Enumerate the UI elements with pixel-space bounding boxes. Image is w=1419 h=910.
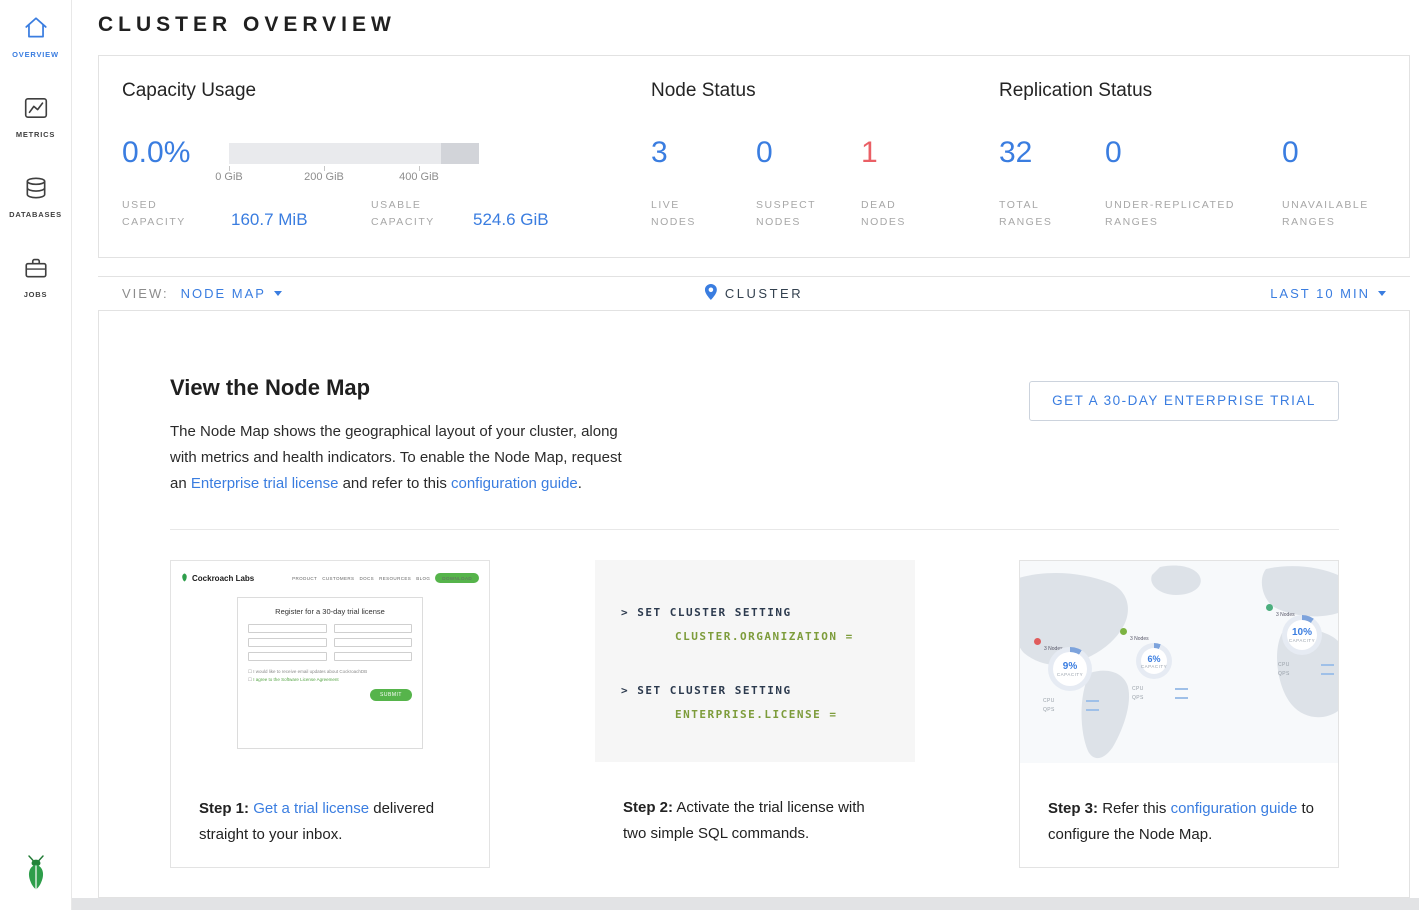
step-3-card: 3 Nodes 3 Nodes 3 Nodes 9%CAPACITY 6%CAP… [1019, 560, 1339, 868]
dead-nodes-label: DEADNODES [861, 197, 906, 231]
locality-dot-icon [1034, 638, 1041, 645]
minisite-checkbox-2: ☐ I agree to the Software License Agreem… [248, 676, 412, 684]
briefcase-icon [23, 267, 49, 284]
chevron-down-icon [1378, 291, 1386, 296]
sql-code-block: > SET CLUSTER SETTING CLUSTER.ORGANIZATI… [595, 560, 915, 762]
panel-title: View the Node Map [170, 375, 370, 401]
minisite-nav: PRODUCT CUSTOMERS DOCS RESOURCES BLOG DO… [292, 573, 479, 583]
unavailable-ranges-label: UNAVAILABLERANGES [1282, 197, 1369, 231]
locality-dot-icon [1120, 628, 1127, 635]
location-pin-icon [705, 284, 717, 303]
metrics-icon [23, 107, 49, 124]
chevron-down-icon [274, 291, 282, 296]
capacity-tick-400: 400 GiB [389, 171, 449, 183]
minisite-form-field [334, 624, 413, 633]
sidebar-item-overview[interactable]: OVERVIEW [0, 16, 71, 59]
capacity-bar [229, 143, 479, 164]
minisite-checkbox-1: ☐ I would like to receive email updates … [248, 668, 412, 676]
minisite-brand: Cockroach Labs [192, 574, 254, 583]
minisite-form-title: Register for a 30-day trial license [248, 607, 412, 616]
replication-status-title: Replication Status [999, 80, 1152, 102]
live-nodes-label: LIVENODES [651, 197, 696, 231]
suspect-nodes-count: 0 [756, 136, 773, 170]
capacity-bar-reserved [441, 143, 479, 164]
suspect-nodes-label: SUSPECTNODES [756, 197, 816, 231]
capacity-donut: 9%CAPACITY [1048, 647, 1092, 691]
time-range-dropdown[interactable]: LAST 10 MIN [1270, 286, 1386, 301]
sidebar-item-label: METRICS [0, 130, 71, 139]
view-bar: VIEW: NODE MAP CLUSTER LAST 10 MIN [98, 276, 1410, 311]
used-capacity-value: 160.7 MiB [231, 210, 308, 230]
node-map-preview: 3 Nodes 3 Nodes 3 Nodes 9%CAPACITY 6%CAP… [1020, 561, 1338, 763]
panel-description: The Node Map shows the geographical layo… [170, 419, 640, 497]
locality-dot-icon [1266, 604, 1273, 611]
view-selector-dropdown[interactable]: NODE MAP [181, 286, 282, 301]
step-3-caption: Step 3: Refer this configuration guide t… [1048, 796, 1316, 848]
capacity-tick-0: 0 GiB [199, 171, 259, 183]
code-line: ENTERPRISE.LICENSE = [675, 708, 837, 721]
step-1-card: Cockroach Labs PRODUCT CUSTOMERS DOCS RE… [170, 560, 490, 868]
cockroachdb-logo [0, 851, 71, 896]
sidebar-item-label: OVERVIEW [0, 50, 71, 59]
sidebar-item-label: DATABASES [0, 210, 71, 219]
minisite-form-field [248, 638, 327, 647]
sidebar: OVERVIEW METRICS DATABASES JOBS [0, 0, 72, 910]
usable-capacity-value: 524.6 GiB [473, 210, 549, 230]
sidebar-item-label: JOBS [0, 290, 71, 299]
minisite-form-field [248, 624, 327, 633]
capacity-usage-title: Capacity Usage [122, 80, 256, 102]
home-icon [23, 27, 49, 44]
registration-screenshot: Cockroach Labs PRODUCT CUSTOMERS DOCS RE… [171, 561, 489, 761]
cluster-overview-page: OVERVIEW METRICS DATABASES JOBS [0, 0, 1419, 910]
view-label: VIEW: [122, 286, 169, 301]
locality-mini-stats: CPU QPS [1132, 683, 1188, 701]
step-2-caption: Step 2: Activate the trial license with … [623, 795, 891, 847]
configuration-guide-link[interactable]: configuration guide [1171, 800, 1298, 817]
capacity-tick-200: 200 GiB [294, 171, 354, 183]
sidebar-item-databases[interactable]: DATABASES [0, 176, 71, 219]
used-capacity-label: USEDCAPACITY [122, 197, 186, 231]
capacity-percent: 0.0% [122, 136, 190, 170]
under-replicated-count: 0 [1105, 136, 1122, 170]
minisite-submit-button: SUBMIT [370, 689, 412, 701]
minisite-form-field [334, 638, 413, 647]
live-nodes-count: 3 [651, 136, 668, 170]
enterprise-trial-button[interactable]: GET A 30-DAY ENTERPRISE TRIAL [1029, 381, 1339, 421]
page-background-strip [72, 898, 1419, 910]
get-trial-license-link[interactable]: Get a trial license [253, 800, 369, 817]
step-2-card: > SET CLUSTER SETTING CLUSTER.ORGANIZATI… [595, 560, 915, 868]
dead-nodes-count: 1 [861, 136, 878, 170]
divider [170, 529, 1339, 530]
unavailable-ranges-count: 0 [1282, 136, 1299, 170]
total-ranges-count: 32 [999, 136, 1032, 170]
under-replicated-label: UNDER-REPLICATEDRANGES [1105, 197, 1235, 231]
total-ranges-label: TOTALRANGES [999, 197, 1052, 231]
code-line: > SET CLUSTER SETTING [621, 684, 792, 697]
minisite-download-button: DOWNLOAD [435, 573, 479, 583]
code-line: > SET CLUSTER SETTING [621, 606, 792, 619]
locality-mini-stats: CPU QPS [1278, 659, 1334, 677]
minisite-form-field [334, 652, 413, 661]
enterprise-trial-license-link[interactable]: Enterprise trial license [191, 475, 339, 492]
databases-icon [23, 187, 49, 204]
sidebar-item-metrics[interactable]: METRICS [0, 96, 71, 139]
step-1-caption: Step 1: Get a trial license delivered st… [199, 796, 467, 848]
cluster-summary-card: Capacity Usage 0.0% 0 GiB 200 GiB 400 Gi… [98, 55, 1410, 258]
usable-capacity-label: USABLECAPACITY [371, 197, 435, 231]
cluster-breadcrumb: CLUSTER [705, 284, 803, 303]
code-line: CLUSTER.ORGANIZATION = [675, 630, 854, 643]
page-title: CLUSTER OVERVIEW [98, 13, 396, 37]
capacity-donut: 6%CAPACITY [1136, 643, 1172, 679]
sidebar-item-jobs[interactable]: JOBS [0, 256, 71, 299]
locality-mini-stats: CPU QPS [1043, 695, 1099, 713]
minisite-form-field [248, 652, 327, 661]
capacity-donut: 10%CAPACITY [1282, 615, 1322, 655]
node-map-panel: View the Node Map The Node Map shows the… [98, 311, 1410, 898]
locality-chip: 3 Nodes [1120, 627, 1149, 645]
cockroach-labs-logo-icon [181, 569, 188, 587]
configuration-guide-link[interactable]: configuration guide [451, 475, 578, 492]
node-status-title: Node Status [651, 80, 756, 102]
trial-registration-form: Register for a 30-day trial license ☐ I … [237, 597, 423, 749]
